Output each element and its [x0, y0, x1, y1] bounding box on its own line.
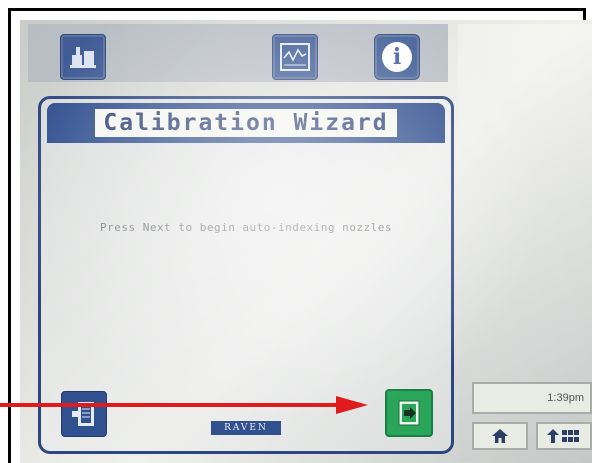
implement-icon [70, 47, 96, 68]
annotation-arrow [0, 396, 368, 414]
home-button[interactable] [472, 422, 528, 450]
up-menu-button[interactable] [536, 422, 592, 450]
wizard-message: Press Next to begin auto-indexing nozzle… [99, 221, 393, 234]
info-button[interactable]: i [374, 34, 420, 80]
home-icon [492, 429, 508, 443]
clock-display: 1:39pm [472, 382, 592, 414]
implement-button[interactable] [60, 34, 106, 80]
wizard-title-bar: Calibration Wizard [47, 103, 445, 143]
next-page-icon [398, 400, 420, 426]
graph-button[interactable] [272, 34, 318, 80]
right-side-panel: 1:39pm [458, 24, 592, 462]
graph-icon [280, 43, 310, 71]
top-toolbar: i [28, 24, 448, 82]
next-button[interactable] [385, 389, 433, 437]
wizard-title: Calibration Wizard [95, 109, 397, 137]
info-icon: i [382, 42, 412, 72]
up-grid-icon [547, 429, 579, 443]
raven-logo: RAVEN [211, 421, 281, 435]
